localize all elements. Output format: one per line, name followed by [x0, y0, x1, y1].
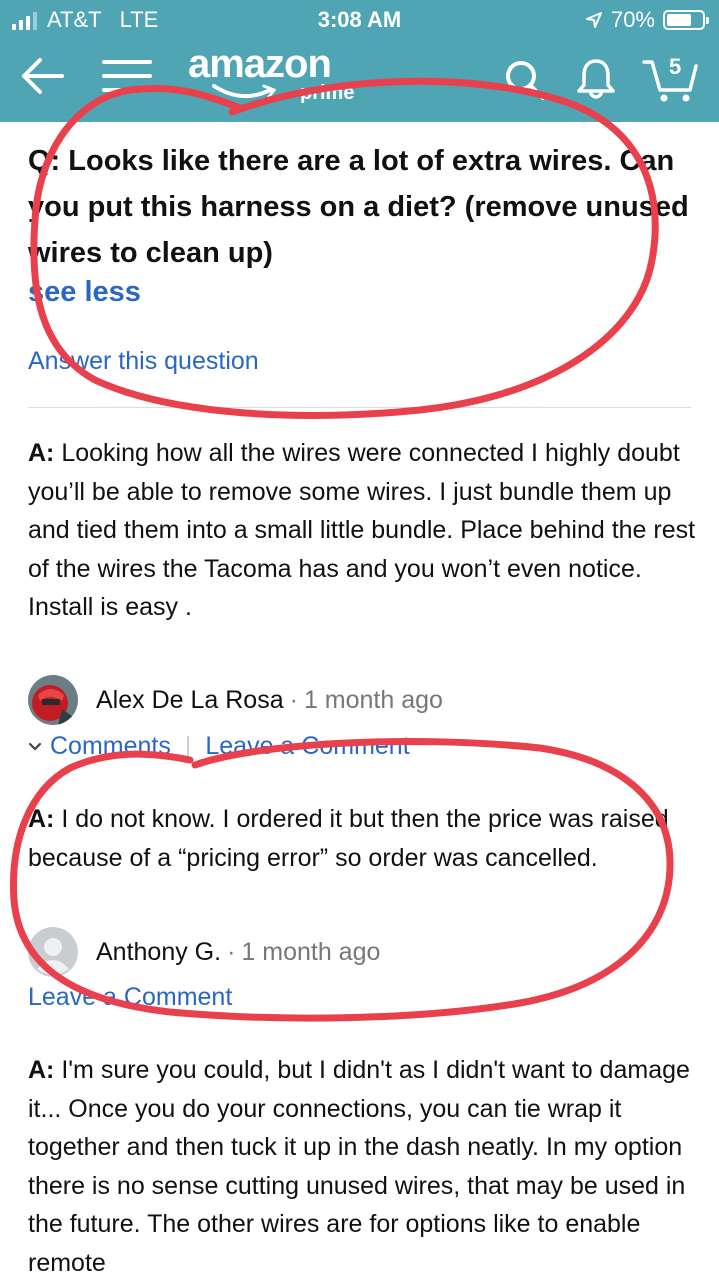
answer-prefix: A: — [28, 805, 55, 833]
answer-text: A: I do not know. I ordered it but then … — [28, 800, 698, 877]
answer-body: I'm sure you could, but I didn't as I di… — [28, 1056, 690, 1277]
battery-icon — [663, 10, 709, 30]
comments-link[interactable]: Comments — [50, 732, 171, 761]
status-bar: AT&T LTE 3:08 AM 70% — [0, 0, 719, 40]
answer-author: Alex De La Rosa · 1 month ago — [28, 675, 443, 725]
separator-dot: · — [227, 937, 236, 966]
answer-prefix: A: — [28, 439, 55, 467]
chevron-down-icon[interactable] — [28, 742, 42, 752]
answer-author: Anthony G. · 1 month ago — [28, 927, 380, 977]
cart-count: 5 — [669, 54, 682, 79]
back-arrow-icon[interactable] — [18, 56, 66, 96]
bell-icon[interactable] — [574, 56, 618, 100]
battery-percent: 70% — [610, 7, 655, 32]
answer-date: 1 month ago — [303, 685, 443, 714]
answer-body: Looking how all the wires were connected… — [28, 439, 696, 621]
logo-text: amazon — [188, 42, 332, 86]
answer-text: A: Looking how all the wires were connec… — [28, 434, 698, 627]
answer-prefix: A: — [28, 1056, 55, 1084]
amazon-prime-logo[interactable]: amazon prime — [188, 42, 354, 104]
see-less-link[interactable]: see less — [28, 276, 141, 309]
menu-icon[interactable] — [100, 56, 154, 96]
author-name[interactable]: Alex De La Rosa — [96, 686, 284, 715]
answer-text: A: I'm sure you could, but I didn't as I… — [28, 1051, 698, 1279]
leave-comment-link[interactable]: Leave a Comment — [28, 983, 232, 1012]
nav-bar: amazon prime 5 — [0, 40, 719, 122]
search-icon[interactable] — [503, 58, 547, 102]
answer-body: I do not know. I ordered it but then the… — [28, 805, 669, 872]
logo-prime: prime — [300, 82, 355, 104]
cart-button[interactable]: 5 — [642, 52, 700, 104]
leave-comment-link[interactable]: Leave a Comment — [205, 732, 409, 761]
answer-question-link[interactable]: Answer this question — [28, 347, 259, 376]
answer-date: 1 month ago — [241, 937, 381, 966]
question-text: Q: Looks like there are a lot of extra w… — [28, 145, 689, 269]
logo-smile — [212, 84, 277, 100]
answer-links: Leave a Comment — [28, 983, 232, 1012]
link-separator: | — [184, 732, 192, 760]
divider — [28, 407, 691, 408]
answer-links: Comments | Leave a Comment — [28, 732, 410, 761]
separator-dot: · — [289, 685, 298, 714]
author-name[interactable]: Anthony G. — [96, 938, 221, 967]
avatar-placeholder-icon[interactable] — [28, 927, 78, 977]
avatar-photo[interactable] — [28, 675, 78, 725]
location-icon — [585, 12, 602, 28]
